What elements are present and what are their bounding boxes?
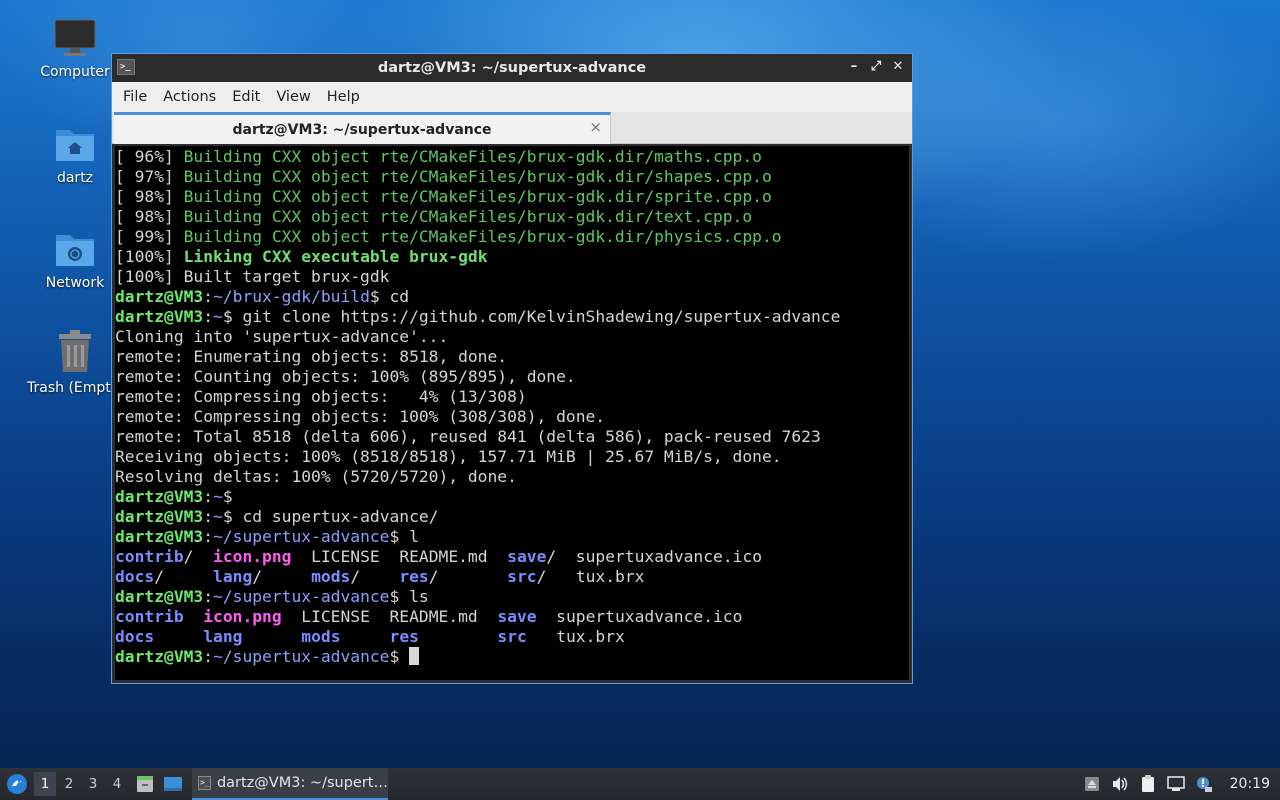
desktop-icon-label: Network	[45, 275, 105, 291]
terminal-prompt-line: dartz@VM3:~/supertux-advance$ l	[115, 527, 419, 546]
terminal-listing-row: docs lang mods res src tux.brx	[115, 627, 625, 646]
workspace-2[interactable]: 2	[58, 772, 80, 796]
workspace-1[interactable]: 1	[34, 772, 56, 796]
minimize-button[interactable]: –	[846, 58, 862, 76]
terminal-line: remote: Total 8518 (delta 606), reused 8…	[115, 427, 821, 446]
terminal-line: Resolving deltas: 100% (5720/5720), done…	[115, 467, 517, 486]
tab-terminal[interactable]: dartz@VM3: ~/supertux-advance ×	[114, 112, 611, 144]
terminal-line: [ 99%] Building CXX object rte/CMakeFile…	[115, 227, 782, 246]
terminal-line: remote: Enumerating objects: 8518, done.	[115, 347, 508, 366]
desktop-icon-label: dartz	[56, 170, 94, 186]
terminal-prompt-line: dartz@VM3:~$	[115, 487, 233, 506]
menu-file[interactable]: File	[115, 89, 155, 105]
terminal-listing-row: contrib icon.png LICENSE README.md save …	[115, 607, 743, 626]
file-cabinet-icon	[137, 776, 153, 792]
desktop-icon-trash[interactable]: Trash (Empty)	[27, 330, 125, 396]
desktop-icon-label: Computer	[40, 64, 110, 80]
home-folder-icon	[56, 130, 94, 161]
workspace-3[interactable]: 3	[82, 772, 104, 796]
menu-bar: File Actions Edit View Help	[112, 82, 912, 112]
terminal-line: Cloning into 'supertux-advance'...	[115, 327, 449, 346]
show-desktop-button[interactable]	[162, 773, 184, 795]
terminal-line: remote: Compressing objects: 4% (13/308)	[115, 387, 527, 406]
terminal-listing-row: docs/ lang/ mods/ res/ src/ tux.brx	[115, 567, 645, 586]
start-menu-icon	[7, 774, 27, 794]
terminal-line: [ 96%] Building CXX object rte/CMakeFile…	[115, 147, 762, 166]
system-tray: 20:19	[1082, 768, 1280, 800]
window-titlebar[interactable]: >_ dartz@VM3: ~/supertux-advance – ⤢ ✕	[112, 54, 912, 82]
terminal-line: remote: Counting objects: 100% (895/895)…	[115, 367, 576, 386]
desktop-icon	[164, 777, 182, 791]
clock[interactable]: 20:19	[1230, 776, 1270, 792]
menu-actions[interactable]: Actions	[155, 89, 224, 105]
task-label: dartz@VM3: ~/supert…	[216, 775, 388, 791]
desktop-icon-network[interactable]: Network	[27, 227, 123, 291]
menu-help[interactable]: Help	[319, 89, 368, 105]
terminal-prompt-line: dartz@VM3:~$ git clone https://github.co…	[115, 307, 841, 326]
terminal-window: >_ dartz@VM3: ~/supertux-advance – ⤢ ✕ F…	[111, 53, 913, 684]
terminal-cursor	[409, 647, 420, 665]
terminal-task-icon: >_	[198, 776, 211, 790]
terminal-line: [ 98%] Building CXX object rte/CMakeFile…	[115, 207, 753, 226]
terminal-prompt-line: dartz@VM3:~/brux-gdk/build$ cd	[115, 287, 410, 306]
desktop-icon-computer[interactable]: Computer	[27, 18, 123, 80]
menu-edit[interactable]: Edit	[224, 89, 268, 105]
tab-bar: dartz@VM3: ~/supertux-advance ×	[112, 112, 912, 144]
tray-eject-icon[interactable]	[1082, 774, 1102, 794]
terminal-line: [100%] Linking CXX executable brux-gdk	[115, 247, 488, 266]
terminal-line: Receiving objects: 100% (8518/8518), 157…	[115, 447, 782, 466]
clipboard-icon[interactable]	[1138, 774, 1158, 794]
terminal-app-icon[interactable]: >_	[117, 59, 135, 75]
taskbar-task-terminal[interactable]: >_ dartz@VM3: ~/supert…	[192, 768, 388, 800]
app-menu-button[interactable]	[2, 768, 32, 800]
desktop-icon-home[interactable]: dartz	[27, 122, 123, 186]
update-notifier-icon[interactable]	[1194, 774, 1214, 794]
terminal-line: [100%] Built target brux-gdk	[115, 267, 390, 286]
workspace-4[interactable]: 4	[106, 772, 128, 796]
maximize-button[interactable]: ⤢	[868, 58, 884, 76]
terminal-line: [ 98%] Building CXX object rte/CMakeFile…	[115, 187, 772, 206]
taskbar: 1 2 3 4 >_ dartz@VM3: ~/supert… 20:19	[0, 768, 1280, 800]
desktop-icon-label: Trash (Empty)	[27, 380, 125, 396]
menu-view[interactable]: View	[268, 89, 318, 105]
window-title: dartz@VM3: ~/supertux-advance	[377, 60, 647, 76]
volume-icon[interactable]	[1110, 774, 1130, 794]
terminal-line: remote: Compressing objects: 100% (308/3…	[115, 407, 606, 426]
terminal-prompt-line: dartz@VM3:~/supertux-advance$	[115, 647, 909, 667]
terminal-prompt-line: dartz@VM3:~/supertux-advance$ ls	[115, 587, 429, 606]
trash-icon	[59, 330, 91, 372]
monitor-icon	[54, 19, 96, 56]
tab-close-icon[interactable]: ×	[589, 118, 602, 136]
tab-label: dartz@VM3: ~/supertux-advance	[232, 121, 492, 138]
terminal-prompt-line: dartz@VM3:~$ cd supertux-advance/	[115, 507, 439, 526]
network-icon[interactable]	[1166, 774, 1186, 794]
terminal-output[interactable]: [ 96%] Building CXX object rte/CMakeFile…	[115, 146, 909, 680]
terminal-line: [ 97%] Building CXX object rte/CMakeFile…	[115, 167, 772, 186]
terminal-listing-row: contrib/ icon.png LICENSE README.md save…	[115, 547, 763, 566]
file-manager-launcher[interactable]	[134, 773, 156, 795]
network-folder-icon	[56, 235, 94, 266]
close-button[interactable]: ✕	[890, 58, 906, 76]
